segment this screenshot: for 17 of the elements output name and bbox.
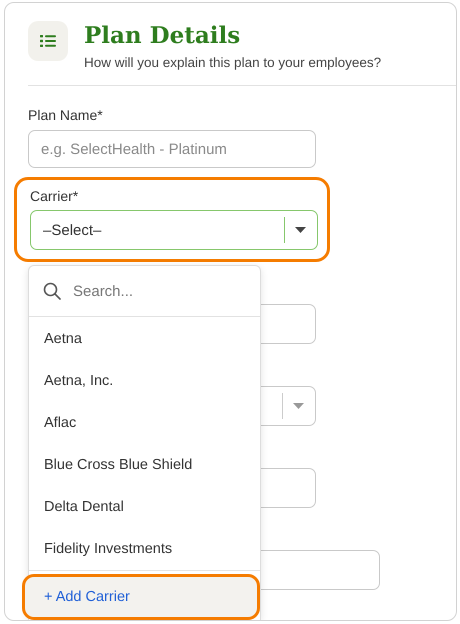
dropdown-option[interactable]: Blue Cross Blue Shield xyxy=(29,444,260,486)
select-field[interactable]: –Select– xyxy=(30,210,318,250)
field-label: Plan Name* xyxy=(28,107,104,123)
field-label: Carrier* xyxy=(30,188,80,204)
section-title: Plan Details xyxy=(84,21,242,51)
add-carrier-link[interactable]: + Add Carrier xyxy=(22,574,260,620)
caret-icon xyxy=(295,227,306,233)
section-subtitle: How will you explain this plan to your employees? xyxy=(84,55,382,70)
search-icon xyxy=(43,282,61,300)
list-icon xyxy=(28,21,68,61)
caret-icon xyxy=(293,403,304,409)
dropdown-option[interactable]: Aetna, Inc. xyxy=(29,360,260,402)
dropdown-option[interactable]: Aetna xyxy=(29,318,260,360)
dropdown-option[interactable]: Delta Dental xyxy=(29,486,260,528)
dropdown-option[interactable]: Fidelity Investments xyxy=(29,528,260,570)
input-field[interactable]: e.g. SelectHealth - Platinum xyxy=(28,130,316,168)
dropdown-option[interactable]: Aflac xyxy=(29,402,260,444)
